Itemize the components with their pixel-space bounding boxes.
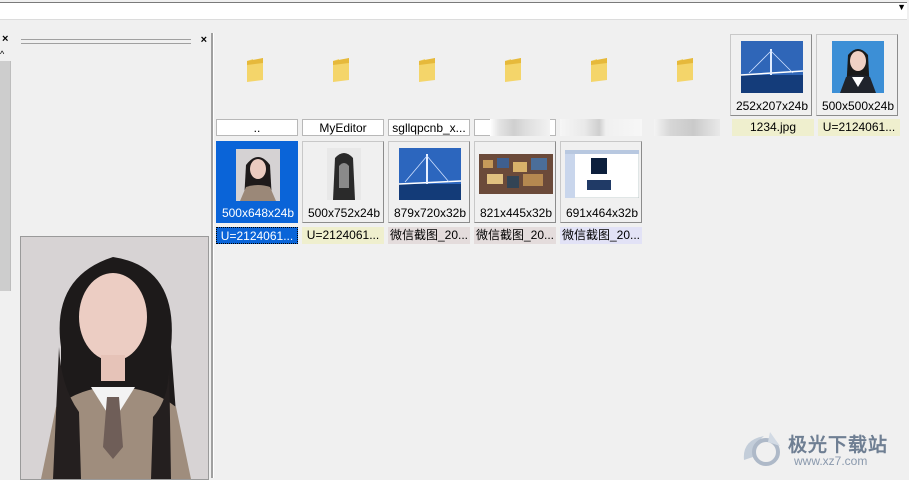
folder-icon <box>505 58 521 82</box>
folder-icon <box>333 58 349 82</box>
portrait-image <box>236 149 280 201</box>
close-icon[interactable]: × <box>201 34 207 46</box>
blurred-name <box>560 119 642 136</box>
file-name[interactable]: .. <box>216 119 298 136</box>
watermark-logo-icon <box>743 432 780 466</box>
portrait-image <box>832 41 884 93</box>
city-image <box>479 154 553 194</box>
file-name[interactable]: sgllqpcnb_x... <box>388 119 470 136</box>
close-icon[interactable]: × <box>2 33 8 45</box>
folder-thumb <box>558 37 640 119</box>
list-item[interactable] <box>472 37 556 121</box>
folder-thumb <box>644 37 726 119</box>
preview-image <box>20 236 209 480</box>
file-name[interactable]: MyEditor <box>302 119 384 136</box>
folder-thumb <box>472 37 554 119</box>
list-item[interactable]: 691x464x32b <box>560 141 644 225</box>
file-name[interactable]: 1234.jpg <box>732 119 814 136</box>
image-dimensions: 500x500x24b <box>821 99 895 113</box>
file-name[interactable]: U=2124061... <box>818 119 900 136</box>
blurred-name <box>490 119 550 136</box>
scroll-up-icon[interactable]: ^ <box>0 49 4 59</box>
watermark-text: 极光下载站 <box>788 435 889 456</box>
portrait-image <box>327 148 361 200</box>
folder-icon <box>591 58 607 82</box>
folder-thumb <box>300 37 382 119</box>
file-name[interactable]: 微信截图_20... <box>560 227 642 244</box>
image-thumb: 691x464x32b <box>560 141 642 223</box>
list-item[interactable]: 879x720x32b <box>388 141 472 225</box>
image-thumb: 500x752x24b <box>302 141 384 223</box>
folder-tree-pane: × ^ <box>0 33 14 478</box>
image-thumb: 500x500x24b <box>816 34 898 116</box>
list-item[interactable] <box>386 37 470 121</box>
folder-icon <box>419 58 435 82</box>
image-thumb: 500x648x24b <box>216 141 298 223</box>
image-dimensions: 500x648x24b <box>221 206 295 220</box>
pane-grip[interactable] <box>21 39 191 44</box>
list-item[interactable] <box>558 37 642 121</box>
address-bar-area: ▼ <box>0 0 909 22</box>
file-name[interactable]: 微信截图_20... <box>388 227 470 244</box>
bridge-image <box>741 41 803 93</box>
image-thumb: 879x720x32b <box>388 141 470 223</box>
list-item[interactable] <box>214 37 298 121</box>
chevron-down-icon[interactable]: ▼ <box>897 2 906 12</box>
image-dimensions: 500x752x24b <box>307 206 381 220</box>
image-dimensions: 252x207x24b <box>735 99 809 113</box>
list-item[interactable] <box>300 37 384 121</box>
scrollbar[interactable] <box>0 61 11 291</box>
blurred-name <box>654 119 720 136</box>
image-dimensions: 691x464x32b <box>565 206 639 220</box>
file-name[interactable]: 微信截图_20... <box>474 227 556 244</box>
list-item[interactable]: 500x752x24b <box>302 141 386 225</box>
watermark-url: www.xz7.com <box>794 454 868 468</box>
file-list: 252x207x24b 500x500x24b .. MyEditor sgll… <box>213 33 909 478</box>
image-thumb: 252x207x24b <box>730 34 812 116</box>
address-combo[interactable] <box>0 2 907 20</box>
folder-icon <box>677 58 693 82</box>
screenshot-image <box>565 150 639 198</box>
list-item[interactable]: 252x207x24b <box>730 34 814 118</box>
file-name[interactable]: U=2124061... <box>216 227 298 244</box>
image-dimensions: 821x445x32b <box>479 206 553 220</box>
folder-thumb <box>386 37 468 119</box>
bridge-image <box>399 148 461 200</box>
list-item[interactable]: 500x648x24b <box>216 141 300 225</box>
list-item[interactable]: 821x445x32b <box>474 141 558 225</box>
watermark: 极光下载站 www.xz7.com <box>740 428 900 472</box>
image-dimensions: 879x720x32b <box>393 206 467 220</box>
folder-icon <box>247 58 263 82</box>
list-item[interactable] <box>644 37 728 121</box>
list-item[interactable]: 500x500x24b <box>816 34 900 118</box>
folder-thumb <box>214 37 296 119</box>
file-name[interactable]: U=2124061... <box>302 227 384 244</box>
image-thumb: 821x445x32b <box>474 141 556 223</box>
preview-pane: × <box>15 33 213 480</box>
